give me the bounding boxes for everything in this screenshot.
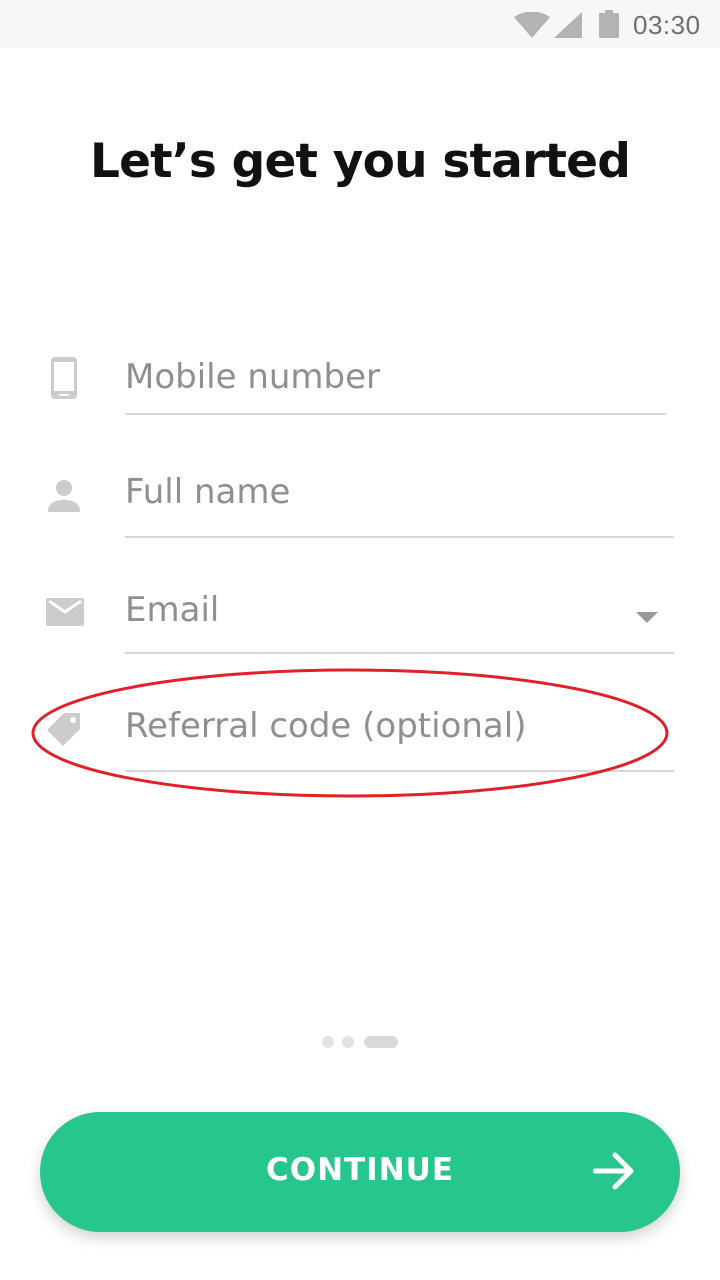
arrow-right-icon bbox=[593, 1152, 634, 1190]
tag-icon bbox=[47, 713, 80, 746]
signal-icon bbox=[554, 12, 582, 38]
continue-button[interactable]: CONTINUE bbox=[40, 1112, 680, 1232]
full-name-input[interactable]: Full name bbox=[125, 472, 674, 538]
person-icon bbox=[48, 480, 80, 512]
page-dot-active bbox=[364, 1036, 398, 1048]
email-input[interactable]: Email bbox=[125, 590, 674, 654]
signup-screen: 03:30 Let’s get you started Mobile numbe… bbox=[0, 0, 720, 1280]
page-title: Let’s get you started bbox=[89, 134, 631, 189]
dropdown-arrow-icon[interactable] bbox=[636, 612, 658, 624]
continue-button-label: CONTINUE bbox=[265, 1152, 455, 1188]
page-dot bbox=[322, 1036, 334, 1048]
referral-code-input[interactable]: Referral code (optional) bbox=[125, 706, 674, 772]
mobile-number-placeholder: Mobile number bbox=[125, 357, 381, 397]
status-time: 03:30 bbox=[633, 10, 701, 40]
mobile-number-input[interactable]: Mobile number bbox=[125, 357, 666, 415]
referral-code-placeholder: Referral code (optional) bbox=[125, 706, 527, 746]
mobile-row: Mobile number bbox=[0, 357, 720, 437]
phone-icon bbox=[51, 357, 77, 399]
wifi-icon bbox=[514, 12, 550, 38]
full-name-placeholder: Full name bbox=[125, 472, 291, 512]
full-name-row: Full name bbox=[0, 472, 720, 552]
email-row: Email bbox=[0, 590, 720, 670]
page-dot bbox=[342, 1036, 354, 1048]
battery-icon bbox=[599, 10, 619, 38]
email-placeholder: Email bbox=[125, 590, 220, 630]
referral-row: Referral code (optional) bbox=[0, 706, 720, 786]
status-bar: 03:30 bbox=[0, 0, 720, 48]
mail-icon bbox=[46, 598, 84, 626]
